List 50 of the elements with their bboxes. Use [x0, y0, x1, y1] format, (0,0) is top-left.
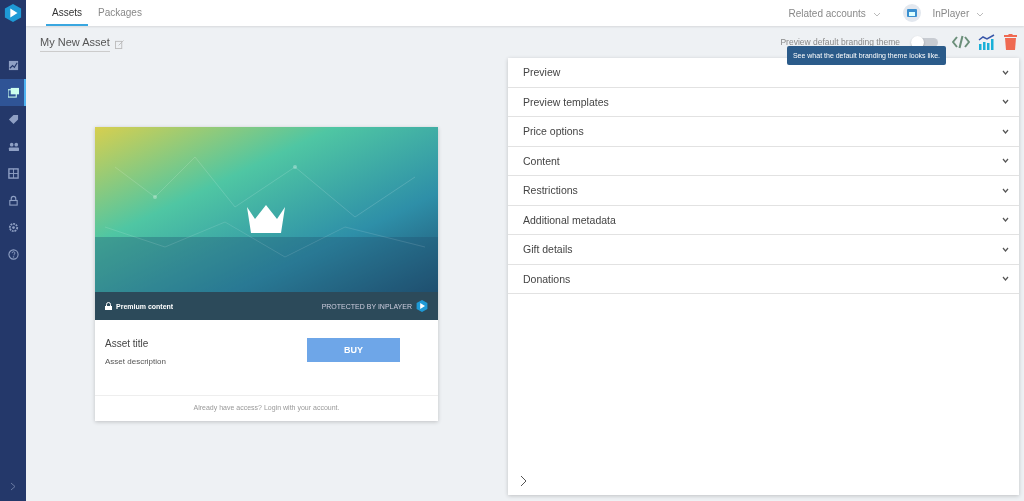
section-title: Preview — [523, 66, 561, 79]
accordion-section[interactable]: Additional metadata — [508, 205, 1019, 235]
accordion-section[interactable]: Gift details — [508, 235, 1019, 265]
chevron-down-icon — [1002, 246, 1009, 252]
users-icon — [7, 141, 19, 152]
help-icon — [7, 249, 19, 260]
section-title: Price options — [523, 125, 584, 138]
related-accounts-dropdown[interactable]: Related accounts — [782, 6, 887, 20]
bar-chart-icon[interactable] — [978, 34, 996, 50]
section-title: Gift details — [523, 243, 573, 256]
chart-icon — [7, 60, 19, 71]
chevron-down-icon — [1002, 158, 1009, 164]
delete-icon[interactable] — [1004, 34, 1017, 50]
chevron-right-icon[interactable] — [520, 475, 527, 487]
account-avatar-icon — [902, 4, 921, 22]
caret-icon — [872, 11, 881, 17]
asset-name-field[interactable]: My New Asset — [40, 36, 110, 52]
nav-tab[interactable]: Packages — [92, 0, 148, 26]
section-title: Content — [523, 154, 560, 167]
lock-icon — [7, 195, 19, 206]
preview-theme-label: Preview default branding theme — [780, 37, 900, 47]
accordion-section[interactable]: Content — [508, 146, 1019, 176]
settings-icon — [7, 222, 19, 233]
caret-icon — [976, 11, 984, 17]
assets-icon — [7, 87, 19, 98]
asset-description: Asset description — [105, 357, 166, 366]
play-logo-icon[interactable] — [4, 4, 22, 22]
chevron-down-icon — [1002, 99, 1009, 105]
chevron-down-icon — [1002, 276, 1009, 282]
asset-title: Asset title — [105, 338, 150, 349]
chevron-down-icon — [1002, 217, 1009, 223]
chevron-down-icon — [1002, 69, 1009, 75]
section-title: Preview templates — [523, 95, 609, 108]
account-dropdown[interactable]: InPlayer — [926, 6, 990, 20]
section-title: Restrictions — [523, 184, 578, 197]
accordion-section[interactable]: Price options — [508, 117, 1019, 147]
tag-icon — [7, 114, 19, 125]
section-title: Additional metadata — [523, 213, 616, 226]
nav-tab[interactable]: Assets — [46, 0, 88, 26]
grid-icon — [7, 168, 19, 179]
section-title: Donations — [523, 272, 571, 285]
code-icon[interactable] — [952, 35, 970, 49]
accordion-section[interactable]: Preview templates — [508, 87, 1019, 117]
accordion-section[interactable]: Donations — [508, 264, 1019, 294]
chevron-down-icon — [1002, 128, 1009, 134]
accordion-section[interactable]: Restrictions — [508, 176, 1019, 206]
chevron-down-icon — [1002, 187, 1009, 193]
lock-icon — [105, 302, 112, 310]
assets-nav-item[interactable] — [0, 79, 26, 106]
play-logo-icon — [416, 300, 428, 312]
